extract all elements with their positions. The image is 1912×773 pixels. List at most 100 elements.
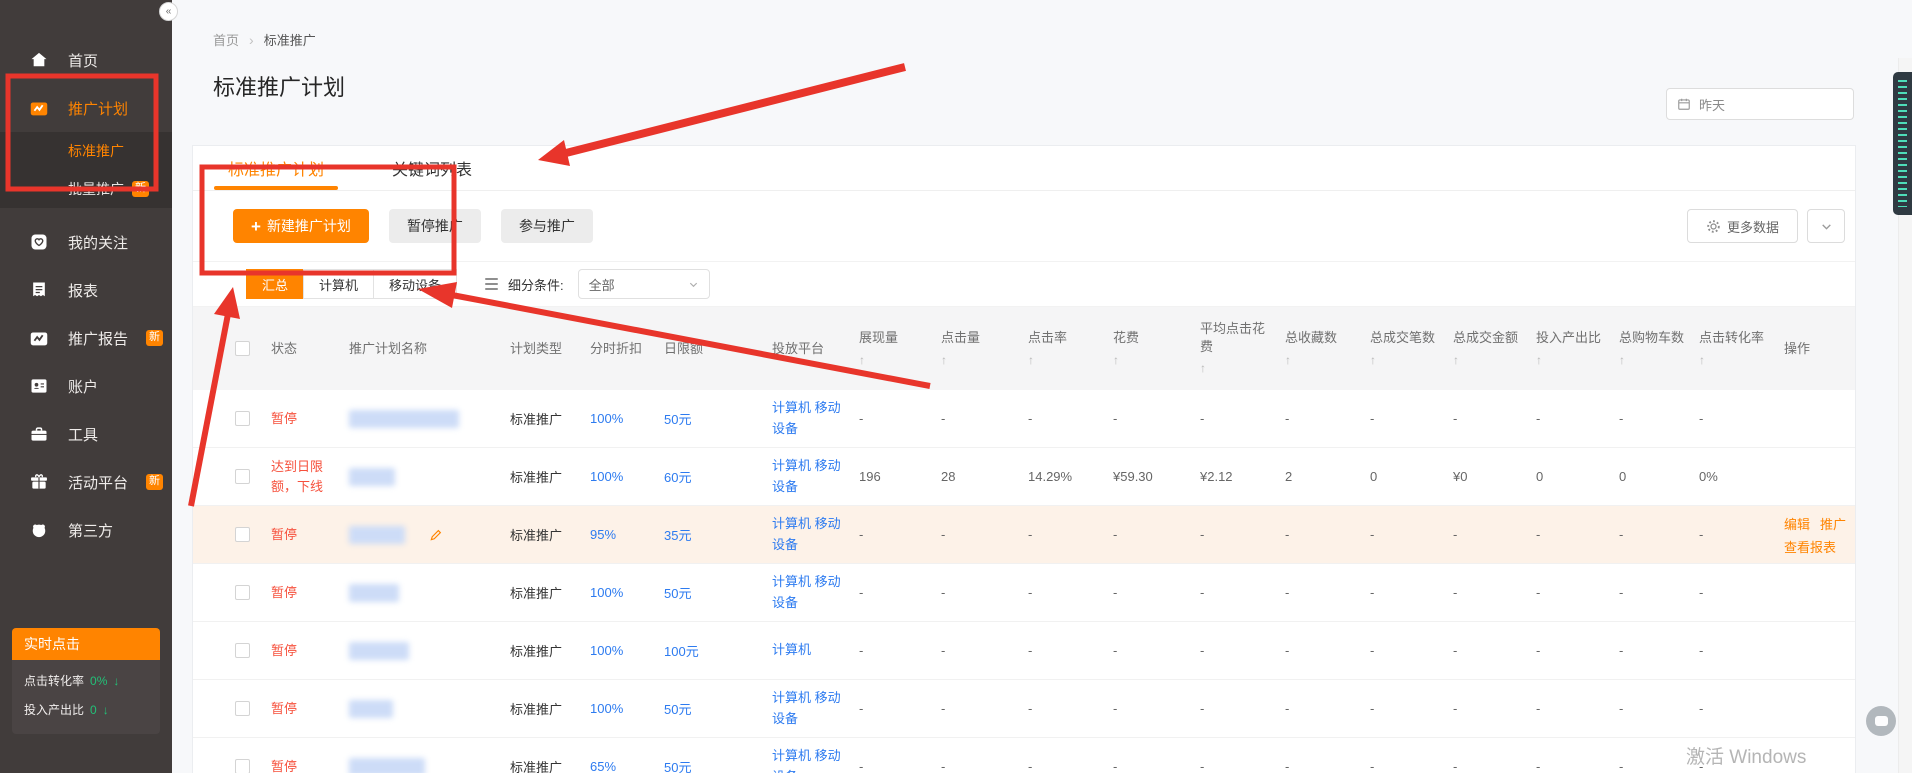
device-segments: 汇总 计算机 移动设备 (247, 269, 457, 299)
sidebar-item-activity[interactable]: 活动平台 新 (0, 458, 172, 506)
row-action-link[interactable]: 推广 (1820, 514, 1846, 533)
tab-keyword-list[interactable]: 关键词列表 (378, 146, 486, 190)
platform-links[interactable]: 计算机 移动设备 (772, 456, 859, 496)
daily-limit-link[interactable]: 50元 (664, 757, 772, 773)
platform-links[interactable]: 计算机 移动设备 (772, 514, 859, 554)
tab-standard-plans[interactable]: 标准推广计划 (214, 146, 338, 190)
column-header-sortable[interactable]: 花费↑ (1113, 307, 1200, 390)
select-all-checkbox[interactable] (235, 341, 250, 356)
discount-link[interactable]: 100% (590, 411, 664, 426)
column-header: 日限额 (664, 307, 772, 390)
column-header-sortable[interactable]: 总购物车数↑ (1619, 307, 1699, 390)
sidebar-item-favorites[interactable]: 我的关注 (0, 218, 172, 266)
metric-value: 2 (1285, 469, 1370, 484)
calendar-icon (1677, 97, 1691, 111)
row-action-link[interactable]: 编辑 (1784, 514, 1810, 533)
platform-links[interactable]: 计算机 移动设备 (772, 688, 859, 728)
realtime-clicks-widget: 实时点击 点击转化率 0% ↓ 投入产出比 0 ↓ (12, 628, 160, 734)
sidebar-item-thirdparty[interactable]: 第三方 (0, 506, 172, 554)
metric-value: - (859, 643, 941, 658)
column-header-sortable[interactable]: 点击转化率↑ (1699, 307, 1784, 390)
metric-value: - (1699, 643, 1784, 658)
column-header-sortable[interactable]: 投入产出比↑ (1536, 307, 1619, 390)
platform-links[interactable]: 计算机 移动设备 (772, 746, 859, 773)
status-badge: 暂停 (271, 641, 349, 661)
discount-link[interactable]: 100% (590, 643, 664, 658)
condition-label: 细分条件: (508, 275, 564, 294)
column-header-sortable[interactable]: 点击量↑ (941, 307, 1028, 390)
date-range-picker[interactable]: 昨天 (1666, 88, 1854, 120)
sidebar-item-home[interactable]: 首页 (0, 36, 172, 84)
metric-value: - (1028, 759, 1113, 773)
row-checkbox[interactable] (235, 585, 250, 600)
column-header: 计划类型 (510, 307, 590, 390)
daily-limit-link[interactable]: 50元 (664, 409, 772, 428)
metric-value: - (1370, 411, 1453, 426)
sidebar-item-promo-report[interactable]: 推广报告 新 (0, 314, 172, 362)
daily-limit-link[interactable]: 60元 (664, 467, 772, 486)
metric-value: 0 (1370, 469, 1453, 484)
row-checkbox[interactable] (235, 759, 250, 773)
column-header-sortable[interactable]: 总成交笔数↑ (1370, 307, 1453, 390)
sidebar-item-campaigns[interactable]: 推广计划 (0, 84, 172, 132)
edit-name-icon[interactable] (429, 528, 443, 542)
metric-value: - (1370, 643, 1453, 658)
row-checkbox[interactable] (235, 701, 250, 716)
sidebar-item-account[interactable]: 账户 (0, 362, 172, 410)
plan-type: 标准推广 (510, 641, 590, 660)
platform-links[interactable]: 计算机 移动设备 (772, 572, 859, 612)
realtime-metric-row: 点击转化率 0% ↓ (24, 672, 148, 689)
row-checkbox[interactable] (235, 527, 250, 542)
plan-name-blur (349, 758, 425, 773)
collapse-sidebar-button[interactable]: « (159, 2, 178, 21)
status-badge: 暂停 (271, 525, 349, 545)
column-header-sortable[interactable]: 总成交金额↑ (1453, 307, 1536, 390)
discount-link[interactable]: 100% (590, 469, 664, 484)
column-header: 状态 (271, 307, 349, 390)
row-checkbox[interactable] (235, 643, 250, 658)
metric-value: - (1285, 527, 1370, 542)
metric-value: ¥59.30 (1113, 469, 1200, 484)
join-promo-button[interactable]: 参与推广 (501, 209, 593, 243)
sidebar-item-tools[interactable]: 工具 (0, 410, 172, 458)
column-header-sortable[interactable]: 平均点击花费↑ (1200, 307, 1285, 390)
tools-icon (28, 423, 50, 445)
platform-links[interactable]: 计算机 (772, 640, 859, 660)
expand-columns-button[interactable] (1807, 209, 1845, 243)
column-header-sortable[interactable]: 展现量↑ (859, 307, 941, 390)
daily-limit-link[interactable]: 35元 (664, 525, 772, 544)
daily-limit-link[interactable]: 50元 (664, 583, 772, 602)
row-checkbox[interactable] (235, 469, 250, 484)
sidebar-item-reports[interactable]: 报表 (0, 266, 172, 314)
sidebar-subitem-standard[interactable]: 标准推广 (0, 132, 172, 170)
column-header-sortable[interactable]: 点击率↑ (1028, 307, 1113, 390)
browser-side-widget[interactable] (1893, 72, 1912, 215)
segment-mobile[interactable]: 移动设备 (373, 269, 457, 299)
chat-bubble-icon[interactable] (1866, 706, 1896, 736)
discount-link[interactable]: 100% (590, 585, 664, 600)
pause-promo-button[interactable]: 暂停推广 (389, 209, 481, 243)
plan-name-blur (349, 642, 409, 660)
column-header-sortable[interactable]: 总收藏数↑ (1285, 307, 1370, 390)
daily-limit-link[interactable]: 100元 (664, 641, 772, 660)
discount-link[interactable]: 100% (590, 701, 664, 716)
discount-link[interactable]: 95% (590, 527, 664, 542)
daily-limit-link[interactable]: 50元 (664, 699, 772, 718)
sidebar-subitem-batch[interactable]: 批量推广 新 (0, 170, 172, 208)
sidebar-item-label: 推广计划 (68, 98, 128, 119)
more-data-button[interactable]: 更多数据 (1687, 209, 1798, 243)
platform-links[interactable]: 计算机 移动设备 (772, 398, 859, 438)
new-plan-button[interactable]: + 新建推广计划 (233, 209, 369, 243)
row-checkbox[interactable] (235, 411, 250, 426)
new-badge: 新 (146, 474, 163, 490)
condition-select[interactable]: 全部 (578, 269, 710, 299)
row-action-link[interactable]: 查看报表 (1784, 537, 1836, 556)
metric-value: - (1200, 527, 1285, 542)
segment-computer[interactable]: 计算机 (303, 269, 374, 299)
breadcrumb-home[interactable]: 首页 (213, 30, 239, 49)
discount-link[interactable]: 65% (590, 759, 664, 773)
chevron-right-icon: › (249, 32, 254, 48)
metric-value: - (1453, 759, 1536, 773)
metric-value: - (1370, 759, 1453, 773)
segment-summary[interactable]: 汇总 (246, 269, 304, 299)
